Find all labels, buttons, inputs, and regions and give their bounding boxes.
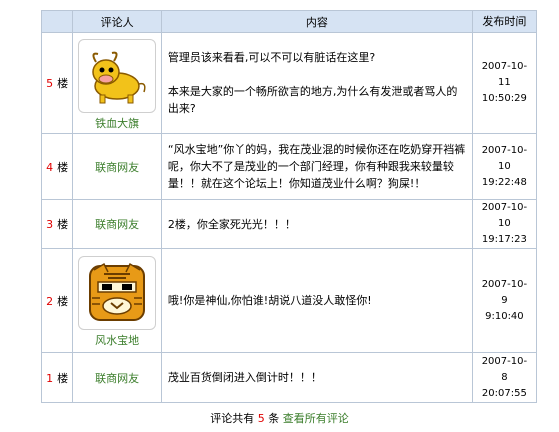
time-day: 8 [501, 371, 508, 383]
comment-text: 管理员该来看看,可以不可以有脏话在这里? 本来是大家的一个畅所欲言的地方,为什么… [167, 51, 458, 115]
table-header-row: 评论人 内容 发布时间 [40, 10, 538, 33]
username[interactable]: 联商网友 [73, 159, 161, 175]
time-cell: 2007-10- 8 20:07:55 [471, 352, 538, 403]
cow-avatar-icon [78, 38, 157, 113]
comment-text: 茂业百货倒闭进入倒计时！！！ [167, 371, 322, 384]
time-clock: 19:17:23 [481, 234, 527, 245]
username[interactable]: 联商网友 [73, 216, 161, 232]
username[interactable]: 铁血大旗 [73, 115, 161, 131]
floor-label: 楼 [57, 371, 69, 385]
user-cell: 联商网友 [72, 133, 162, 200]
comments-table: 评论人 内容 发布时间 5楼 铁血大旗 管理员该来看看,可以不可以有脏话在这里?… [40, 10, 538, 403]
time-clock: 10:50:29 [481, 93, 527, 104]
table-row: 2楼 风水宝地 哦!你是神仙,你怕谁!胡说八道没人敢怪你! 2007-10- 9… [40, 248, 538, 353]
time-day: 9 [501, 294, 508, 306]
content-cell: 2楼，你全家死光光！！！ [160, 199, 473, 249]
comment-count: 5 [257, 412, 265, 425]
comment-summary: 评论共有 5 条 查看所有评论 [0, 410, 559, 426]
user-cell: 风水宝地 [72, 248, 162, 353]
content-cell: 哦!你是神仙,你怕谁!胡说八道没人敢怪你! [160, 248, 473, 353]
floor-label: 楼 [57, 218, 69, 231]
user-cell: 联商网友 [72, 352, 162, 403]
header-user: 评论人 [72, 10, 162, 33]
user-cell: 联商网友 [72, 199, 162, 249]
floor-number: 3 [46, 218, 54, 231]
floor-cell: 4楼 [40, 133, 74, 200]
summary-prefix: 评论共有 [210, 412, 255, 425]
header-time: 发布时间 [471, 10, 538, 33]
comment-text: “风水宝地”你丫的妈，我在茂业混的时候你还在吃奶穿开裆裤呢，你大不了是茂业的一个… [167, 143, 466, 190]
floor-number: 4 [46, 160, 54, 174]
summary-unit: 条 [268, 412, 280, 425]
time-clock: 20:07:55 [481, 387, 527, 399]
header-floor [40, 10, 74, 33]
time-date: 2007-10- [481, 61, 528, 72]
header-content: 内容 [160, 10, 473, 33]
user-cell: 铁血大旗 [72, 32, 162, 134]
time-date: 2007-10- [481, 278, 528, 290]
floor-number: 1 [46, 371, 54, 385]
time-cell: 2007-10- 10 19:17:23 [471, 199, 538, 249]
username[interactable]: 联商网友 [73, 370, 161, 386]
floor-cell: 3楼 [40, 199, 74, 249]
time-date: 2007-10- [481, 202, 528, 213]
floor-number: 5 [46, 77, 54, 90]
content-cell: 茂业百货倒闭进入倒计时！！！ [160, 352, 473, 403]
time-day: 10 [498, 218, 511, 229]
table-row: 3楼 联商网友 2楼，你全家死光光！！！ 2007-10- 10 19:17:2… [40, 199, 538, 249]
table-row: 5楼 铁血大旗 管理员该来看看,可以不可以有脏话在这里? 本来是大家的一个畅所欲… [40, 32, 538, 134]
username[interactable]: 风水宝地 [73, 332, 161, 348]
floor-cell: 1楼 [40, 352, 74, 403]
time-clock: 9:10:40 [485, 310, 524, 322]
time-cell: 2007-10- 10 19:22:48 [471, 133, 538, 200]
floor-label: 楼 [57, 294, 69, 308]
floor-label: 楼 [57, 160, 69, 174]
time-day: 10 [498, 160, 511, 172]
time-day: 11 [498, 77, 511, 88]
view-all-comments-link[interactable]: 查看所有评论 [283, 412, 349, 425]
comment-text: 哦!你是神仙,你怕谁!胡说八道没人敢怪你! [167, 294, 372, 307]
time-date: 2007-10- [481, 355, 528, 367]
floor-number: 2 [46, 294, 54, 308]
floor-cell: 2楼 [40, 248, 74, 353]
table-row: 4楼 联商网友 “风水宝地”你丫的妈，我在茂业混的时候你还在吃奶穿开裆裤呢，你大… [40, 133, 538, 200]
floor-cell: 5楼 [40, 32, 74, 134]
table-row: 1楼 联商网友 茂业百货倒闭进入倒计时！！！ 2007-10- 8 20:07:… [40, 352, 538, 403]
content-cell: 管理员该来看看,可以不可以有脏话在这里? 本来是大家的一个畅所欲言的地方,为什么… [160, 32, 473, 134]
time-cell: 2007-10- 11 10:50:29 [471, 32, 538, 134]
comment-text: 2楼，你全家死光光！！！ [167, 217, 296, 231]
time-date: 2007-10- [481, 144, 528, 156]
floor-label: 楼 [57, 77, 69, 90]
time-clock: 19:22:48 [481, 176, 527, 188]
content-cell: “风水宝地”你丫的妈，我在茂业混的时候你还在吃奶穿开裆裤呢，你大不了是茂业的一个… [160, 133, 473, 200]
tiger-avatar-icon [78, 256, 157, 330]
time-cell: 2007-10- 9 9:10:40 [471, 248, 538, 353]
